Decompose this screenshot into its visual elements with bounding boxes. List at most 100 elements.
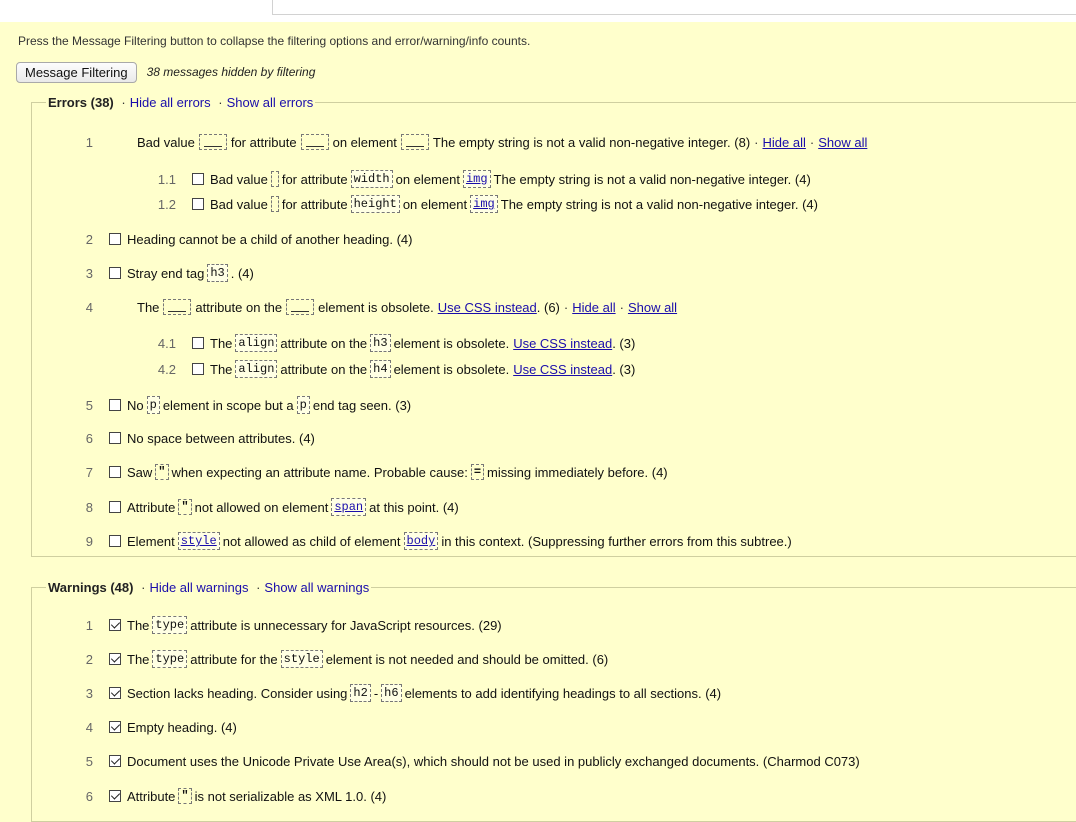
code-element-link[interactable]: style bbox=[177, 532, 220, 550]
msg-text: No bbox=[127, 397, 144, 413]
filter-checkbox-checked[interactable] bbox=[109, 721, 121, 733]
row-number: 8 bbox=[85, 499, 93, 515]
show-all-link[interactable]: Show all bbox=[818, 135, 867, 150]
code-quote: " bbox=[178, 788, 192, 804]
msg-text: attribute for the bbox=[190, 651, 278, 667]
use-css-link[interactable]: Use CSS instead bbox=[513, 336, 612, 351]
msg-text: at this point. (4) bbox=[369, 499, 459, 515]
separator: · bbox=[809, 134, 815, 150]
code-equals: = bbox=[470, 464, 485, 480]
warnings-count: Warnings (48) bbox=[48, 580, 134, 595]
hide-all-errors-link[interactable]: Hide all errors bbox=[130, 95, 211, 110]
row-number: 4 bbox=[85, 299, 93, 315]
error-row-1-2: 1.2 Bad value for attribute height on el… bbox=[130, 193, 818, 215]
separator: · bbox=[121, 95, 126, 110]
msg-text: Document uses the Unicode Private Use Ar… bbox=[127, 753, 860, 769]
warning-row-6: 6 Attribute " is not serializable as XML… bbox=[57, 785, 386, 807]
msg-text: on element bbox=[402, 196, 468, 212]
separator: · bbox=[754, 134, 759, 150]
msg-text: The bbox=[127, 651, 150, 667]
error-row-3: 3 Stray end tag h3 . (4) bbox=[57, 262, 254, 284]
code-element-link[interactable]: body bbox=[403, 532, 439, 550]
code-element: h3 bbox=[370, 334, 391, 352]
filter-checkbox[interactable] bbox=[109, 432, 121, 444]
msg-text: Element bbox=[127, 533, 175, 549]
row-number: 1 bbox=[85, 134, 93, 150]
show-all-warnings-link[interactable]: Show all warnings bbox=[264, 580, 369, 595]
filter-checkbox[interactable] bbox=[192, 198, 204, 210]
error-row-2: 2 Heading cannot be a child of another h… bbox=[57, 228, 413, 250]
input-edge-line bbox=[272, 14, 1076, 15]
row-number: 4.2 bbox=[157, 361, 176, 377]
msg-text: attribute on the bbox=[280, 335, 368, 351]
code-attribute: width bbox=[350, 170, 393, 188]
hide-all-warnings-link[interactable]: Hide all warnings bbox=[149, 580, 248, 595]
show-all-errors-link[interactable]: Show all errors bbox=[227, 95, 314, 110]
msg-text: Section lacks heading. Consider using bbox=[127, 685, 348, 701]
code-element-link[interactable]: img bbox=[470, 195, 498, 213]
msg-text: element is obsolete. bbox=[393, 335, 510, 351]
code-element: p bbox=[296, 396, 310, 414]
show-all-link[interactable]: Show all bbox=[628, 300, 677, 315]
placeholder-attribute bbox=[300, 134, 329, 150]
row-number: 5 bbox=[85, 397, 93, 413]
filter-checkbox-checked[interactable] bbox=[109, 619, 121, 631]
filter-checkbox[interactable] bbox=[192, 363, 204, 375]
separator: · bbox=[141, 580, 146, 595]
use-css-link[interactable]: Use CSS instead bbox=[513, 362, 612, 377]
filter-checkbox-checked[interactable] bbox=[109, 790, 121, 802]
filter-checkbox[interactable] bbox=[109, 233, 121, 245]
filter-checkbox[interactable] bbox=[192, 173, 204, 185]
msg-text: . (6) bbox=[536, 299, 560, 315]
errors-count: Errors (38) bbox=[48, 95, 114, 110]
code-element: style bbox=[280, 650, 323, 668]
separator: · bbox=[619, 299, 624, 315]
hide-all-link[interactable]: Hide all bbox=[572, 300, 615, 315]
msg-text: The empty string is not a valid non-nega… bbox=[500, 196, 818, 212]
msg-text: end tag seen. (3) bbox=[312, 397, 412, 413]
row-number: 9 bbox=[85, 533, 93, 549]
warning-row-1: 1 The type attribute is unnecessary for … bbox=[57, 614, 502, 636]
msg-text: not allowed as child of element bbox=[222, 533, 401, 549]
filter-checkbox[interactable] bbox=[109, 399, 121, 411]
filter-checkbox-checked[interactable] bbox=[109, 687, 121, 699]
placeholder-element bbox=[400, 134, 429, 150]
code-element: h2 bbox=[350, 684, 371, 702]
msg-text: The bbox=[127, 617, 150, 633]
msg-text: elements to add identifying headings to … bbox=[404, 685, 722, 701]
filter-checkbox[interactable] bbox=[109, 535, 121, 547]
placeholder-element bbox=[286, 299, 315, 315]
filter-checkbox[interactable] bbox=[192, 337, 204, 349]
msg-text: Attribute bbox=[127, 788, 176, 804]
code-element: h6 bbox=[381, 684, 402, 702]
msg-text: . (4) bbox=[230, 265, 254, 281]
filter-checkbox[interactable] bbox=[109, 466, 121, 478]
warning-row-3: 3 Section lacks heading. Consider using … bbox=[57, 682, 721, 704]
row-number: 1.2 bbox=[157, 196, 176, 212]
error-row-4-2: 4.2 The align attribute on the h4 elemen… bbox=[130, 358, 635, 380]
msg-text: The bbox=[210, 361, 233, 377]
msg-text: The bbox=[137, 299, 160, 315]
msg-text: Bad value bbox=[210, 171, 268, 187]
msg-text: The empty string is not a valid non-nega… bbox=[493, 171, 811, 187]
filter-checkbox[interactable] bbox=[109, 501, 121, 513]
code-attribute: align bbox=[235, 360, 278, 378]
code-element-link[interactable]: img bbox=[462, 170, 491, 188]
hide-all-link[interactable]: Hide all bbox=[763, 135, 806, 150]
msg-text: missing immediately before. (4) bbox=[487, 464, 668, 480]
warnings-legend: Warnings (48) · Hide all warnings · Show a… bbox=[46, 580, 371, 595]
use-css-link[interactable]: Use CSS instead bbox=[438, 300, 537, 315]
row-number: 1.1 bbox=[157, 171, 176, 187]
msg-text: . (3) bbox=[612, 335, 636, 351]
code-element: h4 bbox=[370, 360, 391, 378]
msg-text: on element bbox=[395, 171, 460, 187]
msg-text: Stray end tag bbox=[127, 265, 205, 281]
filter-checkbox[interactable] bbox=[109, 267, 121, 279]
filter-row: Message Filtering 38 messages hidden by … bbox=[16, 61, 315, 83]
filter-checkbox-checked[interactable] bbox=[109, 653, 121, 665]
message-filtering-button[interactable]: Message Filtering bbox=[16, 61, 137, 83]
code-element-link[interactable]: span bbox=[331, 498, 367, 516]
errors-legend: Errors (38) · Hide all errors · Show all e… bbox=[46, 95, 315, 110]
msg-text: Bad value bbox=[137, 134, 195, 150]
filter-checkbox-checked[interactable] bbox=[109, 755, 121, 767]
